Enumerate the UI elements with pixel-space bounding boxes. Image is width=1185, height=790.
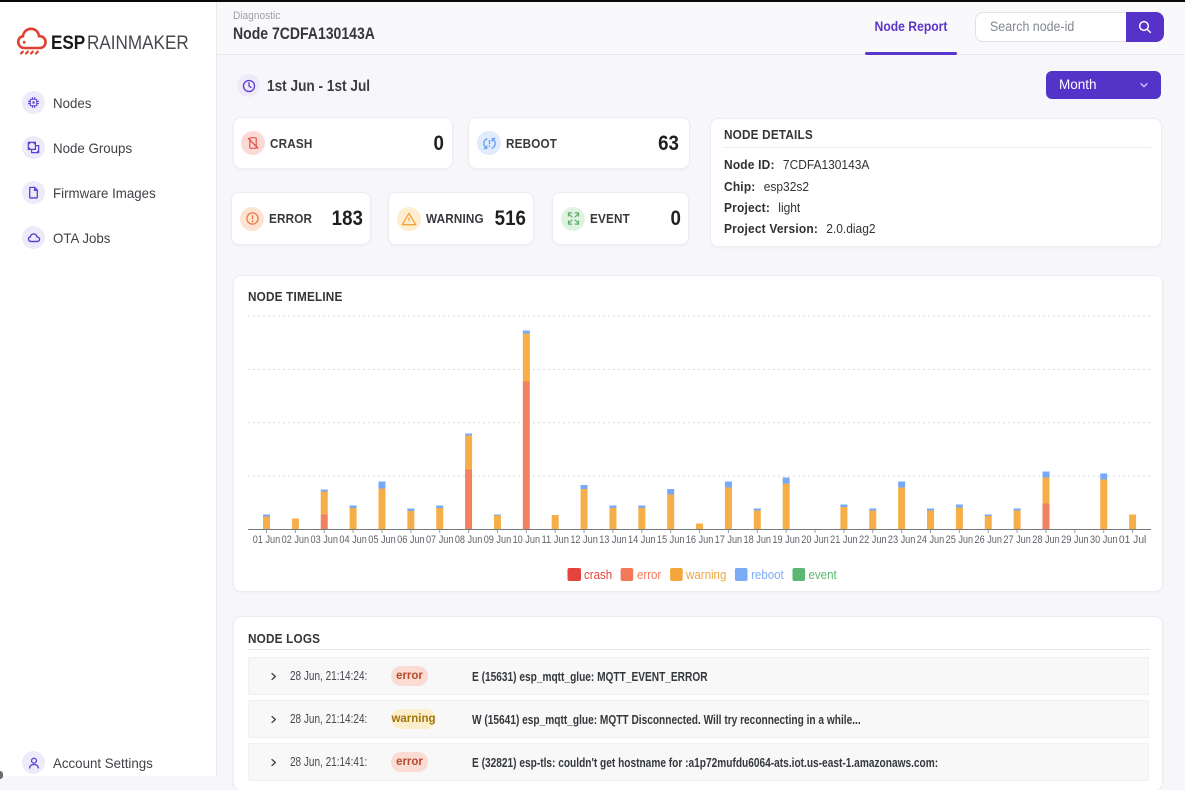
svg-text:27 Jun: 27 Jun [1003, 534, 1031, 546]
svg-text:13 Jun: 13 Jun [599, 534, 627, 546]
svg-text:22 Jun: 22 Jun [859, 534, 887, 546]
svg-text:28 Jun: 28 Jun [1032, 534, 1060, 546]
svg-text:06 Jun: 06 Jun [397, 534, 425, 546]
svg-text:16 Jun: 16 Jun [686, 534, 714, 546]
svg-text:03 Jun: 03 Jun [310, 534, 338, 546]
svg-text:24 Jun: 24 Jun [917, 534, 945, 546]
svg-text:09 Jun: 09 Jun [484, 534, 512, 546]
svg-text:20 Jun: 20 Jun [801, 534, 829, 546]
svg-text:29 Jun: 29 Jun [1061, 534, 1089, 546]
svg-text:17 Jun: 17 Jun [715, 534, 743, 546]
svg-text:25 Jun: 25 Jun [946, 534, 974, 546]
svg-text:07 Jun: 07 Jun [426, 534, 454, 546]
svg-text:15 Jun: 15 Jun [657, 534, 685, 546]
svg-text:10 Jun: 10 Jun [513, 534, 541, 546]
svg-text:02 Jun: 02 Jun [282, 534, 310, 546]
svg-text:12 Jun: 12 Jun [570, 534, 598, 546]
svg-text:21 Jun: 21 Jun [830, 534, 858, 546]
svg-text:30 Jun: 30 Jun [1090, 534, 1118, 546]
svg-text:14 Jun: 14 Jun [628, 534, 656, 546]
svg-text:08 Jun: 08 Jun [455, 534, 483, 546]
svg-text:05 Jun: 05 Jun [368, 534, 396, 546]
svg-text:04 Jun: 04 Jun [339, 534, 367, 546]
svg-text:19 Jun: 19 Jun [772, 534, 800, 546]
svg-text:01 Jul: 01 Jul [1119, 534, 1147, 546]
svg-text:11 Jun: 11 Jun [541, 534, 569, 546]
svg-text:26 Jun: 26 Jun [975, 534, 1003, 546]
svg-text:18 Jun: 18 Jun [744, 534, 772, 546]
svg-text:23 Jun: 23 Jun [888, 534, 916, 546]
svg-text:01 Jun: 01 Jun [253, 534, 281, 546]
